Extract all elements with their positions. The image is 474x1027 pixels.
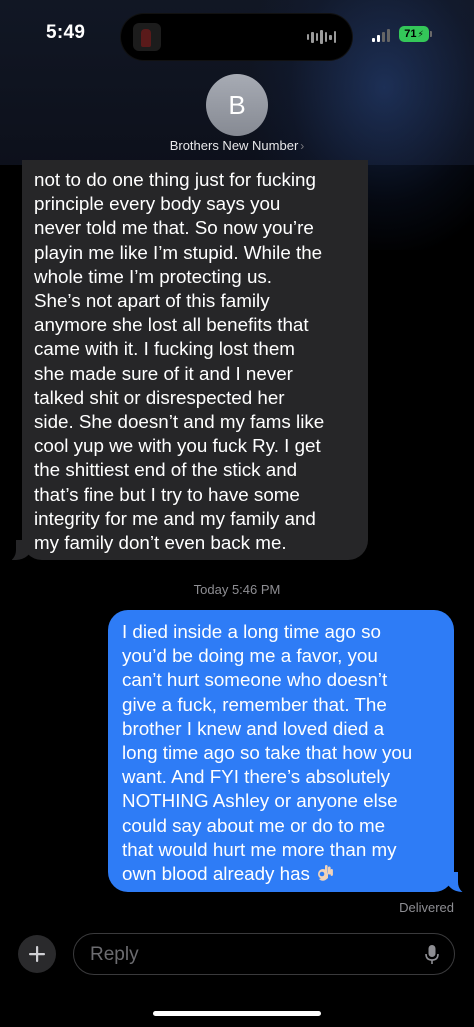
incoming-message-bubble[interactable]: not to do one thing just for fucking pri…	[22, 160, 368, 560]
reply-placeholder: Reply	[90, 944, 139, 965]
home-indicator[interactable]	[153, 1011, 321, 1016]
delivery-status: Delivered	[399, 900, 454, 915]
microphone-icon[interactable]	[424, 944, 440, 966]
ok-hand-emoji-icon	[317, 865, 333, 881]
contact-name-button[interactable]: Brothers New Number ›	[0, 138, 474, 153]
chevron-right-icon: ›	[300, 139, 305, 153]
outgoing-message-body: I died inside a long time ago so you’d b…	[122, 621, 413, 885]
contact-avatar[interactable]: B	[206, 74, 268, 136]
battery-icon: 71 ⚡	[399, 26, 432, 42]
dynamic-island[interactable]	[121, 14, 352, 60]
reply-input[interactable]: Reply	[73, 933, 455, 975]
cellular-signal-icon	[372, 28, 390, 42]
outgoing-message-bubble[interactable]: I died inside a long time ago so you’d b…	[108, 610, 454, 892]
timestamp-day: Today	[193, 582, 229, 597]
avatar-initial: B	[228, 89, 246, 120]
plus-icon	[29, 946, 45, 962]
charging-bolt-icon: ⚡	[417, 28, 424, 39]
incoming-message-text: not to do one thing just for fucking pri…	[34, 169, 325, 554]
outgoing-message-text: I died inside a long time ago so you’d b…	[122, 620, 444, 886]
apps-plus-button[interactable]	[18, 935, 56, 973]
status-bar: 5:49 71 ⚡	[0, 0, 474, 70]
audio-waveform-icon	[306, 29, 336, 45]
battery-level: 71	[404, 28, 417, 40]
message-timestamp: Today 5:46 PM	[0, 582, 474, 597]
timestamp-time: 5:46 PM	[231, 582, 281, 597]
now-playing-artwork-icon	[133, 23, 161, 51]
bubble-tail-mask	[458, 868, 470, 894]
contact-name: Brothers New Number	[169, 138, 299, 153]
status-time: 5:49	[46, 22, 86, 43]
